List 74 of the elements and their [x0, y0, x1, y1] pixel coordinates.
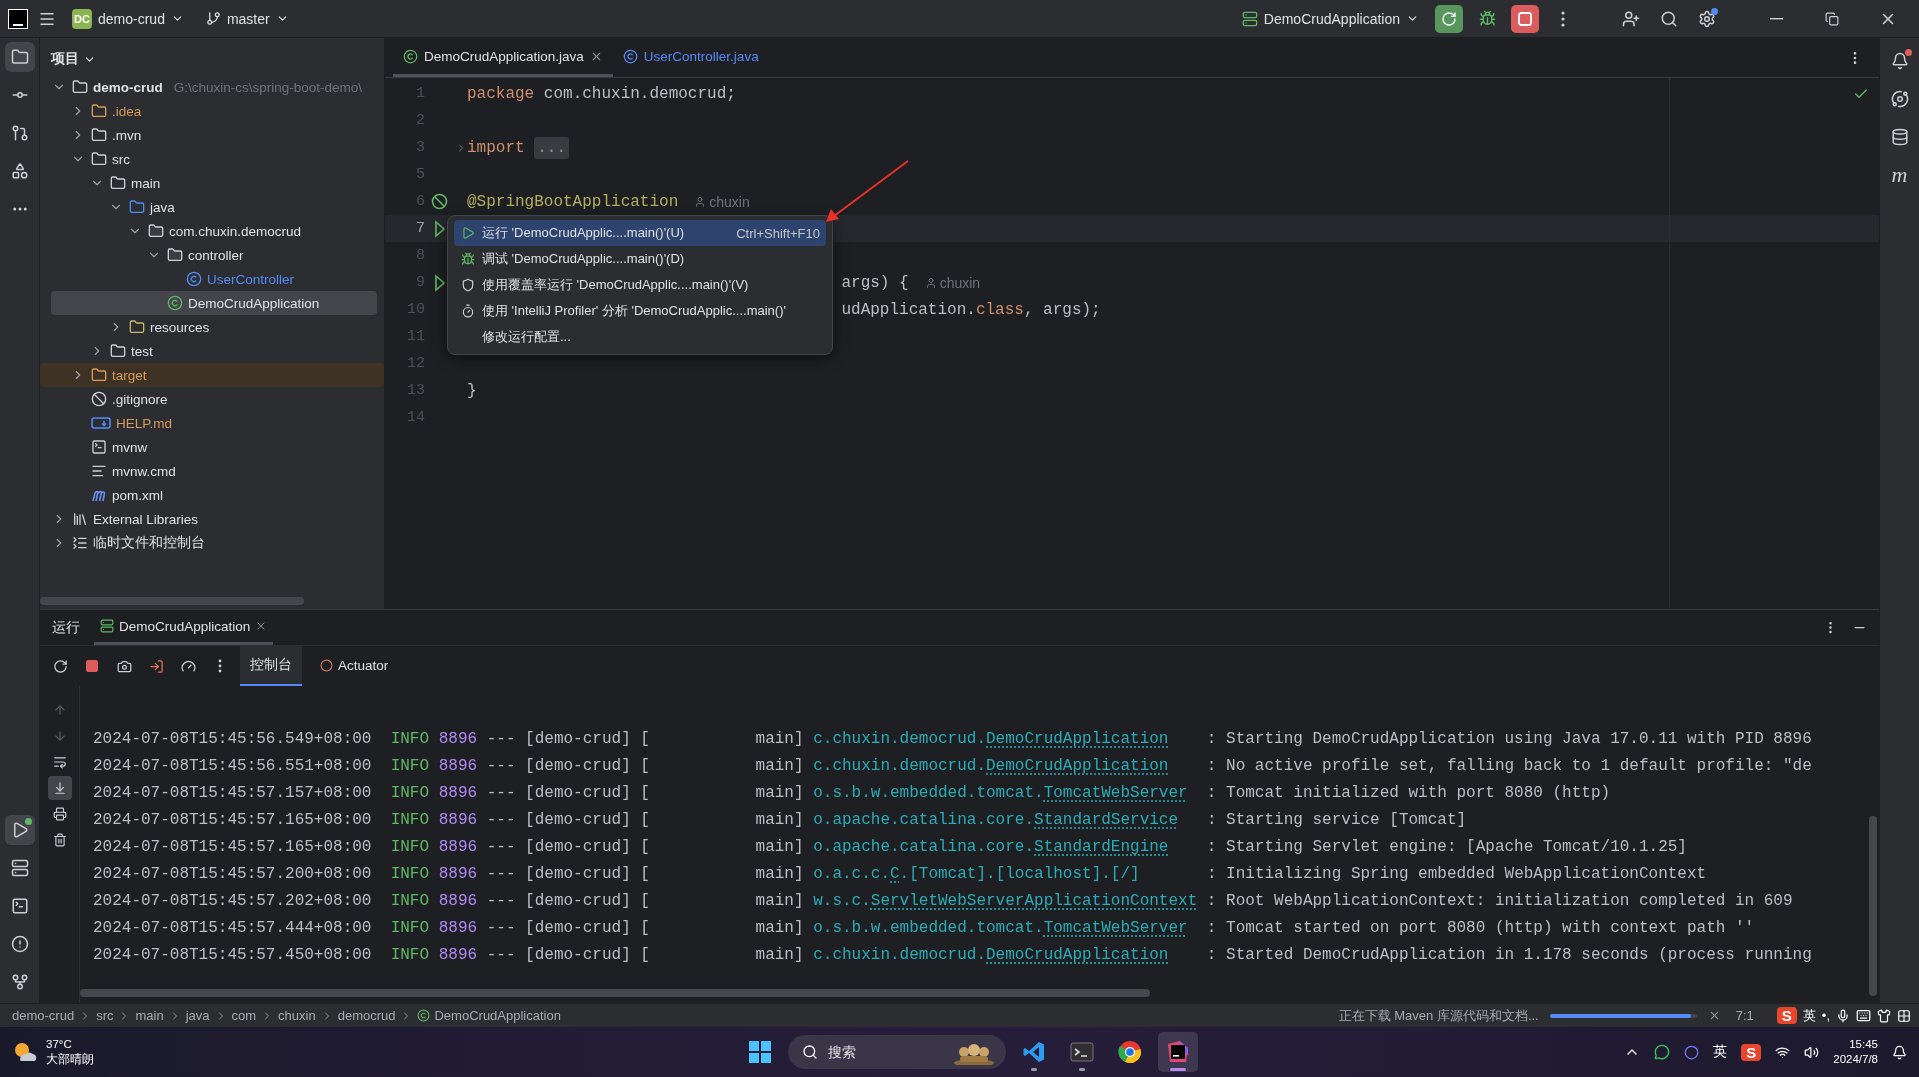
tree-item[interactable]: target	[40, 363, 384, 387]
tree-item[interactable]: UserController	[51, 267, 377, 291]
breadcrumb[interactable]: chuxin	[278, 1008, 316, 1023]
temperature-text: 37°C	[46, 1037, 73, 1052]
log-line: 2024-07-08T15:45:57.444+08:00 INFO 8896 --- [demo-crud] [ main] o.s.b.w.embedded.tomcat.TomcatWebServer : Tomcat started on port 8080 (http) with context path ''	[93, 918, 1755, 939]
menu-item[interactable]: 修改运行配置...	[454, 324, 826, 350]
tree-item[interactable]: main	[51, 171, 377, 195]
ime-punctuation: •,	[1821, 1008, 1830, 1023]
code-line: }	[467, 381, 477, 400]
console-tab[interactable]: 控制台	[240, 646, 302, 686]
menu-item[interactable]: 调试 'DemoCrudApplic....main()'(D)	[454, 246, 826, 272]
code-line: args) {	[841, 273, 909, 292]
maven-tool[interactable]: m	[1884, 160, 1915, 190]
weather-text: 大部晴朗	[46, 1052, 94, 1067]
tree-item[interactable]: resources	[51, 315, 377, 339]
editor-tab[interactable]: DemoCrudApplication.java	[393, 38, 613, 77]
tree-item[interactable]: demo-crud G:\chuxin-cs\spring-boot-demo\	[51, 75, 377, 99]
log-line: 2024-07-08T15:45:56.551+08:00 INFO 8896 --- [demo-crud] [ main] c.chuxin.democrud.DemoCrudApplication : No active profile set, falling back to 1 default profile: "de	[93, 756, 1812, 777]
tree-item[interactable]: mvnw	[51, 435, 377, 459]
breadcrumb[interactable]: demo-crud	[12, 1008, 75, 1023]
tree-item[interactable]: .gitignore	[51, 387, 377, 411]
log-line: 2024-07-08T15:45:57.165+08:00 INFO 8896 --- [demo-crud] [ main] o.apache.catalina.core.StandardService : Starting service [Tomcat]	[93, 810, 1467, 831]
breadcrumb[interactable]: main	[135, 1008, 164, 1023]
breadcrumb[interactable]: java	[185, 1008, 210, 1023]
console-tab[interactable]: Actuator	[310, 646, 399, 686]
tree-item[interactable]: HELP.md	[51, 411, 377, 435]
run-config-dropdown[interactable]: DemoCrudApplication	[1235, 6, 1425, 31]
line-number: 7	[415, 220, 425, 237]
ime-mode: 英	[1802, 1006, 1816, 1025]
breadcrumb[interactable]: src	[96, 1008, 114, 1023]
ime-logo: S	[1776, 1007, 1797, 1024]
path-text: G:\chuxin-cs\spring-boot-demo\	[173, 79, 363, 95]
panel-title[interactable]: 项目	[40, 48, 384, 70]
menu-item[interactable]: 使用 'IntelliJ Profiler' 分析 'DemoCrudApplic....main()'	[454, 298, 826, 324]
breadcrumb[interactable]: democrud	[337, 1008, 396, 1023]
author-hint: chuxin	[939, 274, 981, 291]
tree-item[interactable]: test	[51, 339, 377, 363]
tree-item[interactable]: External Libraries	[51, 507, 377, 531]
tree-item[interactable]: com.chuxin.democrud	[51, 219, 377, 243]
log-line: 2024-07-08T15:45:57.450+08:00 INFO 8896 --- [demo-crud] [ main] c.chuxin.democrud.DemoCrudApplication : Started DemoCrudApplication in 1.178 seconds (process running	[93, 945, 1812, 966]
menu-item[interactable]: 使用覆盖率运行 'DemoCrudApplic....main()'(V)	[454, 272, 826, 298]
tree-item[interactable]: src	[51, 147, 377, 171]
editor-tab[interactable]: UserController.java	[612, 38, 769, 77]
log-line: 2024-07-08T15:45:57.157+08:00 INFO 8896 --- [demo-crud] [ main] o.s.b.w.embedded.tomcat.TomcatWebServer : Tomcat initialized with port 8080 (http)	[93, 783, 1611, 804]
code-line: udApplication.class, args);	[841, 300, 1101, 319]
shortcut-text: Ctrl+Shift+F10	[736, 225, 820, 241]
ime-mode[interactable]: 英	[1713, 1043, 1728, 1061]
tree-item[interactable]: .mvn	[51, 123, 377, 147]
code-line: import ...	[467, 138, 569, 157]
code-line: @SpringBootApplication	[467, 192, 679, 211]
tree-item[interactable]: controller	[51, 243, 377, 267]
task-text: 正在下载 Maven 库源代码和文档...	[1338, 1006, 1539, 1025]
tree-item[interactable]: DemoCrudApplication	[51, 291, 377, 315]
author-hint: chuxin	[709, 193, 750, 210]
log-line: 2024-07-08T15:45:57.202+08:00 INFO 8896 --- [demo-crud] [ main] w.s.c.ServletWebServerApplicationContext : Root WebApplicationContext: initialization completed in 609	[93, 891, 1793, 912]
log-line: 2024-07-08T15:45:56.549+08:00 INFO 8896 --- [demo-crud] [ main] c.chuxin.democrud.DemoCrudApplication : Starting DemoCrudApplication using Java 17.0.11 with PID 8896	[93, 729, 1812, 750]
tree-item[interactable]: mvnw.cmd	[51, 459, 377, 483]
tree-item[interactable]: 临时文件和控制台	[51, 531, 377, 555]
menu-item[interactable]: 运行 'DemoCrudApplic....main()'(U) Ctrl+Shift+F10	[454, 220, 826, 246]
code-line: package com.chuxin.democrud;	[467, 84, 736, 103]
tree-item[interactable]: .idea	[51, 99, 377, 123]
log-line: 2024-07-08T15:45:57.165+08:00 INFO 8896 --- [demo-crud] [ main] o.apache.catalina.core.StandardEngine : Starting Servlet engine: [Apache Tomcat/10.1.25]	[93, 837, 1687, 858]
tree-item[interactable]: pom.xml	[51, 483, 377, 507]
branch-dropdown[interactable]: master	[199, 6, 295, 31]
panel-title: 运行	[52, 618, 80, 637]
clock[interactable]: 15:45 2024/7/8	[1833, 1037, 1878, 1067]
ime-logo[interactable]: S	[1741, 1043, 1762, 1061]
log-line: 2024-07-08T15:45:57.200+08:00 INFO 8896 --- [demo-crud] [ main] o.a.c.c.C.[Tomcat].[localhost].[/] : Initializing Spring embedded WebApplicationContext	[93, 864, 1707, 885]
breadcrumb[interactable]: com	[231, 1008, 257, 1023]
project-dropdown[interactable]: DC demo-crud	[66, 4, 190, 33]
tree-item[interactable]: java	[51, 195, 377, 219]
caret-position[interactable]: 7:1	[1735, 1008, 1754, 1023]
project-badge: DC	[72, 8, 92, 29]
breadcrumb[interactable]: DemoCrudApplication	[417, 1008, 561, 1023]
